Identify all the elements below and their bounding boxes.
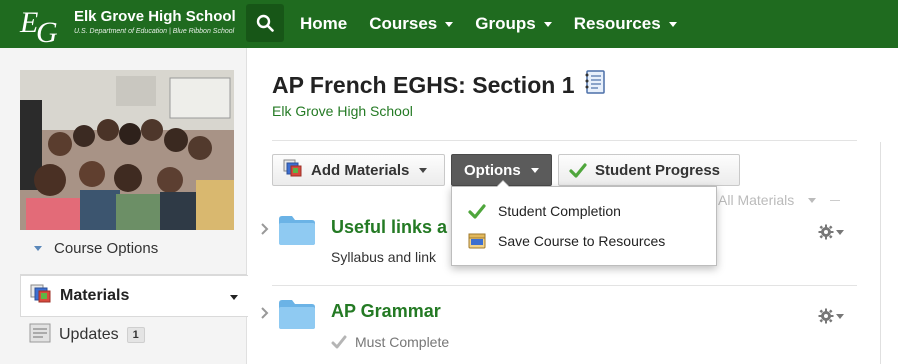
caret-down-icon [34,246,42,251]
school-link[interactable]: Elk Grove High School [272,103,413,119]
course-options-toggle[interactable]: Course Options [34,240,158,257]
chevron-down-icon [543,21,552,27]
chevron-down-icon [668,21,677,27]
notebook-icon[interactable] [584,70,606,100]
materials-icon [30,284,52,309]
sidebar-item-label: Updates [59,326,119,343]
chevron-down-icon[interactable] [230,295,238,300]
menu-item-label: Save Course to Resources [498,233,666,249]
chevron-down-icon [836,229,844,235]
left-sidebar: Course Options Materials Updates 1 [0,48,248,364]
check-icon [569,163,587,178]
row-divider [272,285,857,286]
gear-icon [818,224,834,240]
nav-courses-label: Courses [369,14,438,33]
chevron-down-icon [530,167,539,173]
sidebar-item-updates[interactable]: Updates 1 [20,319,247,351]
school-name[interactable]: Elk Grove High School [74,8,236,25]
sidebar-item-materials[interactable]: Materials [20,275,248,317]
course-profile-picture [20,70,234,230]
course-options-label: Course Options [54,240,159,257]
add-materials-label: Add Materials [311,161,410,179]
header-divider [272,140,857,141]
menu-item-label: Student Completion [498,203,621,219]
chevron-right-icon[interactable] [260,222,270,236]
options-label: Options [464,161,521,179]
options-dropdown-menu: Student Completion Save Course to Resour… [451,180,717,266]
nav-home[interactable]: Home [300,14,347,34]
right-column-divider [880,142,881,364]
menu-item-student-completion[interactable]: Student Completion [468,203,621,219]
folder-title[interactable]: Useful links a [331,217,447,238]
chevron-down-icon [419,167,428,173]
student-progress-button[interactable]: Student Progress [558,154,740,186]
filter-divider [830,199,841,201]
course-title: AP French EGHS: Section 1 [272,71,575,98]
row-settings[interactable] [818,308,844,324]
completion-requirement: Must Complete [331,334,449,350]
nav-groups[interactable]: Groups [475,14,552,34]
menu-item-save-to-resources[interactable]: Save Course to Resources [468,233,665,249]
page-title: AP French EGHS: Section 1 [272,70,606,100]
folder-icon [279,216,315,245]
updates-count-badge: 1 [126,327,145,343]
top-navigation-bar: E G Elk Grove High School U.S. Departmen… [0,0,898,49]
chevron-down-icon [808,197,817,203]
add-materials-icon [283,159,303,181]
search-button[interactable] [246,4,284,42]
main-nav: Home Courses Groups Resources [300,0,699,48]
search-icon [256,14,274,32]
chevron-right-icon[interactable] [260,306,270,320]
add-materials-button[interactable]: Add Materials [272,154,445,186]
chevron-down-icon [445,21,454,27]
check-icon [468,204,486,219]
nav-resources-label: Resources [573,14,661,33]
school-logo[interactable]: E G [18,2,66,49]
nav-home-label: Home [300,14,348,33]
gear-icon [818,308,834,324]
svg-text:G: G [36,16,58,46]
folder-title[interactable]: AP Grammar [331,301,441,322]
school-subtitle: U.S. Department of Education | Blue Ribb… [74,28,235,35]
nav-groups-label: Groups [475,14,536,33]
list-item[interactable]: AP Grammar Must Complete [256,290,856,364]
updates-icon [29,323,51,348]
check-icon [331,335,347,349]
chevron-down-icon [836,313,844,319]
student-progress-label: Student Progress [595,161,721,179]
row-settings[interactable] [818,224,844,240]
nav-courses[interactable]: Courses [369,14,454,34]
folder-description: Syllabus and link [331,249,437,265]
requirement-label: Must Complete [355,334,450,350]
folder-icon [279,300,315,329]
dropdown-pointer-inner [497,181,509,187]
resources-box-icon [468,233,486,249]
nav-resources[interactable]: Resources [574,14,677,34]
sidebar-item-label: Materials [60,287,130,304]
